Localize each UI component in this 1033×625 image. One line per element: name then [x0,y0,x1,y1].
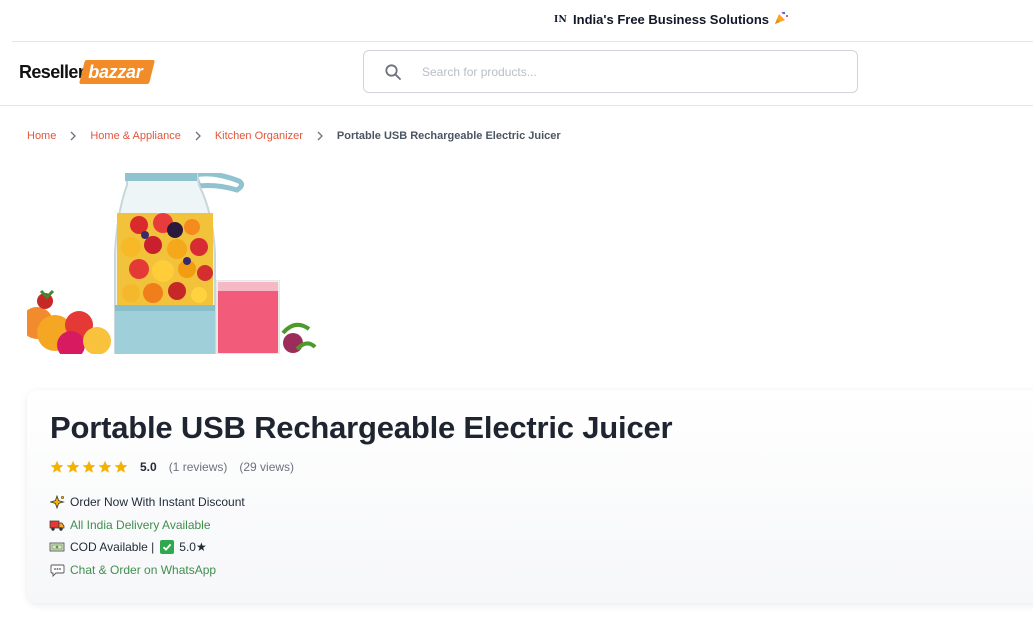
breadcrumb-current: Portable USB Rechargeable Electric Juice… [336,130,561,142]
feature-cod-text: COD Available | [70,540,155,554]
chevron-right-icon [309,131,331,141]
star-icon [98,460,112,473]
feature-discount-text: Order Now With Instant Discount [70,495,245,509]
sparkle-icon [49,494,65,510]
site-logo[interactable]: Reseller bazzar [19,60,152,84]
search-icon[interactable] [364,50,422,93]
breadcrumb-kitchen-organizer[interactable]: Kitchen Organizer [215,130,303,142]
review-count[interactable]: (1 reviews) [169,460,228,474]
star-icon [50,460,64,473]
announcement-bar: IN India's Free Business Solutions [0,0,1033,40]
rating-row: 5.0 (1 reviews) (29 views) [50,460,294,474]
breadcrumb-home[interactable]: Home [27,130,56,142]
check-mark-icon [160,540,175,554]
star-icon [82,460,96,473]
view-count: (29 views) [239,460,295,474]
chevron-right-icon [62,131,84,141]
banknote-icon [49,539,65,555]
whatsapp-chat-link[interactable]: Chat & Order on WhatsApp [49,561,216,579]
star-icon [114,460,128,473]
header-divider [0,105,1033,106]
whatsapp-chat-text[interactable]: Chat & Order on WhatsApp [70,563,216,577]
feature-delivery: All India Delivery Available [49,516,211,534]
feature-discount: Order Now With Instant Discount [49,493,245,511]
feature-cod-rating: 5.0★ [179,540,207,554]
announcement: IN India's Free Business Solutions [554,10,789,29]
product-image[interactable] [27,173,317,354]
party-popper-icon [773,10,789,29]
chevron-right-icon [187,131,209,141]
logo-text-bazzar-label: bazzar [88,62,143,82]
search-box[interactable] [363,50,858,93]
search-input[interactable] [422,64,822,79]
india-flag-icon: IN [554,14,568,25]
feature-delivery-text: All India Delivery Available [70,518,211,532]
breadcrumb: Home Home & Appliance Kitchen Organizer … [27,130,561,142]
logo-text-bazzar: bazzar [82,60,152,84]
star-icon [66,460,80,473]
star-rating [50,460,128,474]
rating-value: 5.0 [140,460,157,474]
logo-text-reseller: Reseller [19,61,85,82]
product-info-card: Portable USB Rechargeable Electric Juice… [27,390,1033,603]
speech-bubble-icon [49,562,65,578]
breadcrumb-home-appliance[interactable]: Home & Appliance [90,130,181,142]
announcement-text: India's Free Business Solutions [573,12,770,27]
product-title: Portable USB Rechargeable Electric Juice… [50,410,673,445]
feature-cod: COD Available | 5.0★ [49,538,207,556]
truck-icon [49,517,65,533]
